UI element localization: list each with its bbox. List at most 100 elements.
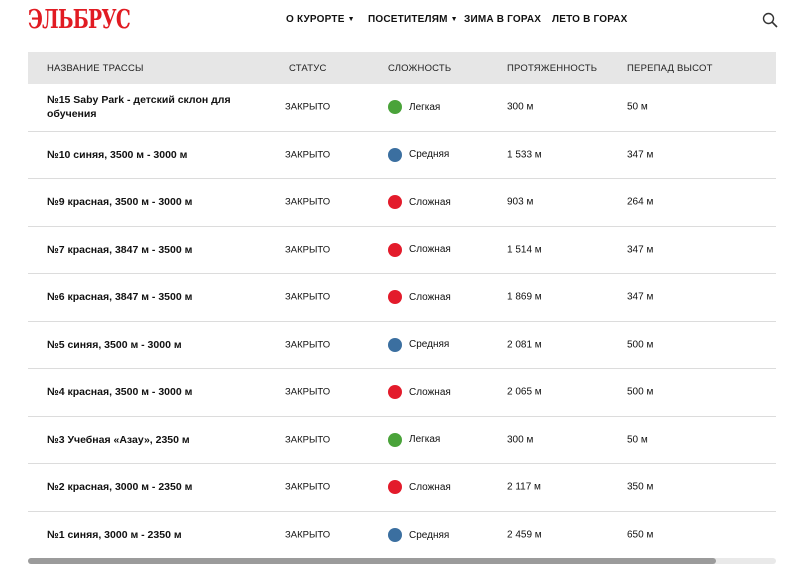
difficulty-dot-icon (388, 290, 402, 305)
slope-drop: 347 м (627, 149, 654, 161)
difficulty-dot-icon (388, 147, 402, 162)
nav-item-winter[interactable]: ЗИМА В ГОРАХ (464, 14, 541, 25)
slope-difficulty: Сложная (388, 480, 451, 495)
slope-drop: 347 м (627, 291, 654, 303)
slope-status: ЗАКРЫТО (285, 434, 331, 446)
slope-difficulty: Средняя (388, 337, 450, 352)
difficulty-dot-icon (388, 528, 402, 543)
table-row: №2 красная, 3000 м - 2350 м ЗАКРЫТО Сложна… (28, 464, 776, 512)
slope-name: №1 синяя, 3000 м - 2350 м (47, 529, 182, 542)
slope-difficulty: Легкая (388, 432, 441, 447)
slope-length: 2 081 м (507, 339, 542, 351)
difficulty-label: Сложная (409, 291, 451, 303)
search-icon[interactable] (762, 12, 778, 28)
difficulty-dot-icon (388, 242, 402, 257)
slope-length: 300 м (507, 434, 534, 446)
difficulty-dot-icon (388, 480, 402, 495)
difficulty-label: Легкая (409, 434, 441, 446)
column-header-status[interactable]: СТАТУС (289, 63, 327, 74)
slope-name: №6 красная, 3847 м - 3500 м (47, 291, 193, 304)
nav-item-label: ЛЕТО В ГОРАХ (552, 14, 628, 25)
difficulty-dot-icon (388, 100, 402, 115)
column-header-difficulty[interactable]: СЛОЖНОСТЬ (388, 63, 451, 74)
slope-status: ЗАКРЫТО (285, 196, 331, 208)
table-row: №5 синяя, 3500 м - 3000 м ЗАКРЫТО Средняя 2… (28, 322, 776, 369)
slope-name: №9 красная, 3500 м - 3000 м (47, 196, 193, 209)
slope-status: ЗАКРЫТО (285, 244, 331, 256)
slope-name: №2 красная, 3000 м - 2350 м (47, 481, 193, 494)
nav-item-about[interactable]: О КУРОРТЕ ▼ (286, 14, 355, 25)
nav-item-summer[interactable]: ЛЕТО В ГОРАХ (552, 14, 628, 25)
slope-length: 2 065 м (507, 386, 542, 398)
slope-name: №4 красная, 3500 м - 3000 м (47, 386, 193, 399)
slope-name: №5 синяя, 3500 м - 3000 м (47, 338, 182, 351)
column-header-name[interactable]: НАЗВАНИЕ ТРАССЫ (47, 63, 144, 74)
site-logo[interactable]: ЭЛЬБРУС (28, 4, 131, 36)
slope-length: 1 869 м (507, 291, 542, 303)
slope-drop: 264 м (627, 196, 654, 208)
slope-name: №3 Учебная «Азау», 2350 м (47, 433, 190, 446)
table-row: №1 синяя, 3000 м - 2350 м ЗАКРЫТО Средняя 2… (28, 512, 776, 558)
slope-difficulty: Сложная (388, 242, 451, 257)
difficulty-label: Сложная (409, 481, 451, 493)
slope-status: ЗАКРЫТО (285, 481, 331, 493)
slope-status: ЗАКРЫТО (285, 291, 331, 303)
slope-drop: 347 м (627, 244, 654, 256)
difficulty-dot-icon (388, 337, 402, 352)
table-row: №6 красная, 3847 м - 3500 м ЗАКРЫТО Сложна… (28, 274, 776, 322)
site-header: ЭЛЬБРУС О КУРОРТЕ ▼ ПОСЕТИТЕЛЯМ ▼ ЗИМА В Г… (0, 0, 800, 44)
chevron-down-icon: ▼ (450, 16, 458, 23)
slope-length: 903 м (507, 196, 534, 208)
nav-item-label: ЗИМА В ГОРАХ (464, 14, 542, 25)
table-row: №15 Saby Park - детский склон для обучен… (28, 84, 776, 132)
slope-drop: 500 м (627, 339, 654, 351)
scrollbar-thumb[interactable] (28, 558, 716, 564)
slope-status: ЗАКРЫТО (285, 339, 331, 351)
slope-difficulty: Сложная (388, 195, 451, 210)
table-body: №15 Saby Park - детский склон для обучен… (28, 84, 776, 557)
slope-length: 1 533 м (507, 149, 542, 161)
slope-length: 2 117 м (507, 481, 541, 493)
slope-difficulty: Сложная (388, 385, 451, 400)
slope-status: ЗАКРЫТО (285, 101, 331, 113)
slope-difficulty: Средняя (388, 528, 450, 543)
table-row: №7 красная, 3847 м - 3500 м ЗАКРЫТО Сложна… (28, 227, 776, 274)
nav-item-label: О КУРОРТЕ (286, 14, 345, 25)
slope-status: ЗАКРЫТО (285, 529, 331, 541)
slope-drop: 500 м (627, 386, 654, 398)
column-header-drop[interactable]: ПЕРЕПАД ВЫСОТ (627, 63, 713, 74)
difficulty-dot-icon (388, 195, 402, 210)
slope-length: 300 м (507, 101, 534, 113)
slope-difficulty: Сложная (388, 290, 451, 305)
slope-drop: 50 м (627, 101, 648, 113)
chevron-down-icon: ▼ (347, 16, 355, 23)
slope-name: №7 красная, 3847 м - 3500 м (47, 243, 193, 256)
table-row: №4 красная, 3500 м - 3000 м ЗАКРЫТО Сложна… (28, 369, 776, 417)
slope-name: №10 синяя, 3500 м - 3000 м (47, 148, 188, 161)
difficulty-label: Сложная (409, 244, 451, 256)
slope-drop: 50 м (627, 434, 648, 446)
difficulty-label: Средняя (409, 149, 450, 161)
slope-length: 1 514 м (507, 244, 542, 256)
table-header: НАЗВАНИЕ ТРАССЫ СТАТУС СЛОЖНОСТЬ ПРОТЯЖЕ… (28, 52, 776, 84)
slope-name: №15 Saby Park - детский склон для обучен… (47, 94, 231, 121)
horizontal-scrollbar[interactable] (28, 558, 776, 564)
slope-length: 2 459 м (507, 529, 542, 541)
slope-difficulty: Средняя (388, 147, 450, 162)
difficulty-label: Легкая (409, 101, 441, 113)
difficulty-label: Сложная (409, 196, 451, 208)
slope-difficulty: Легкая (388, 100, 441, 115)
table-row: №9 красная, 3500 м - 3000 м ЗАКРЫТО Сложна… (28, 179, 776, 227)
slope-drop: 350 м (627, 481, 654, 493)
slopes-table: НАЗВАНИЕ ТРАССЫ СТАТУС СЛОЖНОСТЬ ПРОТЯЖЕ… (28, 52, 776, 557)
column-header-length[interactable]: ПРОТЯЖЕННОСТЬ (507, 63, 597, 74)
table-row: №10 синяя, 3500 м - 3000 м ЗАКРЫТО Средняя… (28, 132, 776, 179)
slope-drop: 650 м (627, 529, 654, 541)
nav-item-label: ПОСЕТИТЕЛЯМ (368, 14, 448, 25)
slope-status: ЗАКРЫТО (285, 149, 331, 161)
difficulty-label: Средняя (409, 529, 450, 541)
difficulty-label: Сложная (409, 386, 451, 398)
difficulty-dot-icon (388, 385, 402, 400)
nav-item-visitors[interactable]: ПОСЕТИТЕЛЯМ ▼ (368, 14, 458, 25)
difficulty-label: Средняя (409, 339, 450, 351)
